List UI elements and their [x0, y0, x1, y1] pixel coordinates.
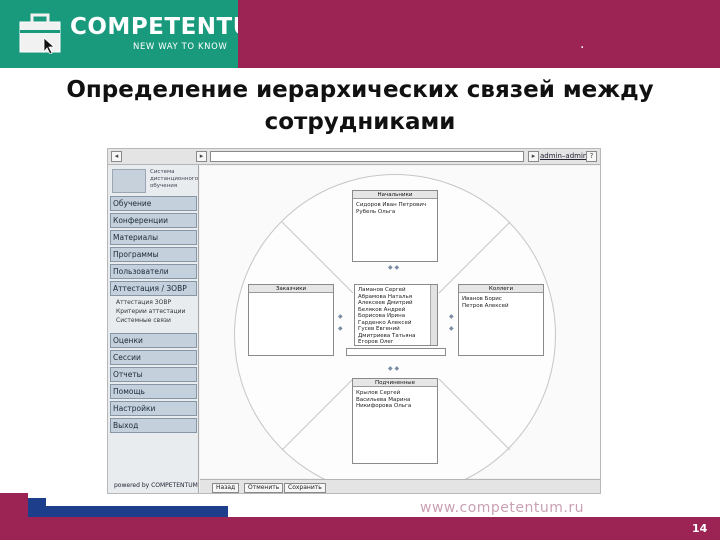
page-number: 14: [692, 522, 708, 535]
sidebar-logo: Система дистанционного обучения: [112, 169, 199, 193]
footer-bar: [0, 517, 720, 540]
logo-slogan: NEW WAY TO KNOW: [133, 42, 228, 52]
list-item[interactable]: Петров Алексей: [462, 303, 509, 310]
sidebar-logo-line: Система: [150, 169, 175, 175]
sidebar-item-reports[interactable]: Отчеты: [110, 367, 197, 382]
sidebar-item-settings[interactable]: Настройки: [110, 401, 197, 416]
sidebar-item-sessions[interactable]: Сессии: [110, 350, 197, 365]
save-button[interactable]: Сохранить: [284, 483, 326, 493]
sidebar-item-help[interactable]: Помощь: [110, 384, 197, 399]
sidebar-logo-line: дистанционного: [150, 176, 199, 182]
address-field[interactable]: [210, 151, 524, 162]
app-toolbar: ◂ ▸ ▸ admin–admin ?: [108, 149, 600, 165]
banner-dot: .: [580, 36, 585, 52]
sidebar-item-conferences[interactable]: Конференции: [110, 213, 197, 228]
cancel-button[interactable]: Отменить: [244, 483, 284, 493]
sidebar-logo-line: обучения: [150, 183, 178, 189]
slide-title: Определение иерархических связей между с…: [20, 74, 700, 138]
back-button[interactable]: Назад: [212, 483, 240, 493]
sidebar-item-learning[interactable]: Обучение: [110, 196, 197, 211]
help-icon[interactable]: ?: [586, 151, 597, 162]
sidebar-subitem[interactable]: Аттестация ЗОВР: [116, 298, 194, 307]
panel-subordinates-title: Подчиненные: [353, 379, 437, 387]
panel-customers[interactable]: Заказчики: [248, 284, 334, 356]
employee-list[interactable]: Ламанов Сергей Абрамова Наталья Алексеев…: [354, 284, 438, 346]
list-scrollbar[interactable]: [430, 285, 437, 345]
relations-editor: Начальники Сидоров Иван Петрович Рубель …: [200, 166, 600, 493]
move-down-icon[interactable]: ◆ ◆: [388, 366, 399, 372]
search-input[interactable]: [346, 348, 446, 356]
list-item[interactable]: Рубель Ольга: [356, 209, 426, 216]
sidebar-subitem[interactable]: Системные связи: [116, 316, 194, 325]
panel-managers-title: Начальники: [353, 191, 437, 199]
sidebar-item-materials[interactable]: Материалы: [110, 230, 197, 245]
list-item[interactable]: Егоров Олег: [358, 339, 415, 346]
panel-managers[interactable]: Начальники Сидоров Иван Петрович Рубель …: [352, 190, 438, 262]
sidebar-item-exit[interactable]: Выход: [110, 418, 197, 433]
footer-block: [28, 506, 228, 517]
top-banner: .: [238, 0, 720, 68]
sidebar-item-grades[interactable]: Оценки: [110, 333, 197, 348]
sidebar-subitem[interactable]: Критерии аттестации: [116, 307, 194, 316]
go-icon[interactable]: ▸: [528, 151, 539, 162]
app-sidebar: Система дистанционного обучения Обучение…: [108, 165, 199, 493]
back-icon[interactable]: ◂: [111, 151, 122, 162]
sidebar-item-programs[interactable]: Программы: [110, 247, 197, 262]
app-bottom-bar: Назад Отменить Сохранить: [200, 479, 600, 493]
sidebar-item-users[interactable]: Пользователи: [110, 264, 197, 279]
sidebar-footer: powered by COMPETENTUM: [114, 482, 198, 489]
logo: COMPETENTUM NEW WAY TO KNOW: [0, 0, 275, 68]
move-up-icon[interactable]: ◆ ◆: [388, 265, 399, 271]
move-right-icon[interactable]: ◆ ◆: [449, 314, 454, 332]
list-item[interactable]: Сидоров Иван Петрович: [356, 202, 426, 209]
sidebar-logo-image: [112, 169, 146, 193]
list-item[interactable]: Никифорова Ольга: [356, 403, 411, 410]
slide-title-line-1: Определение иерархических связей между: [66, 77, 654, 103]
slide-title-line-2: сотрудниками: [264, 109, 456, 135]
briefcase-icon: [19, 13, 61, 54]
forward-icon[interactable]: ▸: [196, 151, 207, 162]
app-screenshot: ◂ ▸ ▸ admin–admin ? Система дистанционно…: [107, 148, 601, 494]
footer-block: [28, 498, 46, 506]
panel-colleagues-title: Коллеги: [459, 285, 543, 293]
panel-customers-title: Заказчики: [249, 285, 333, 293]
list-item[interactable]: Алексеев Дмитрий: [358, 300, 415, 307]
panel-colleagues[interactable]: Коллеги Иванов Борис Петров Алексей: [458, 284, 544, 356]
panel-subordinates[interactable]: Подчиненные Крылов Сергей Васильева Мари…: [352, 378, 438, 464]
list-item[interactable]: Иванов Борис: [462, 296, 509, 303]
footer-url: www.competentum.ru: [420, 500, 584, 516]
sidebar-item-attestation[interactable]: Аттестация / ЗОВР: [110, 281, 197, 296]
move-left-icon[interactable]: ◆ ◆: [338, 314, 343, 332]
user-link[interactable]: admin–admin: [540, 152, 587, 160]
